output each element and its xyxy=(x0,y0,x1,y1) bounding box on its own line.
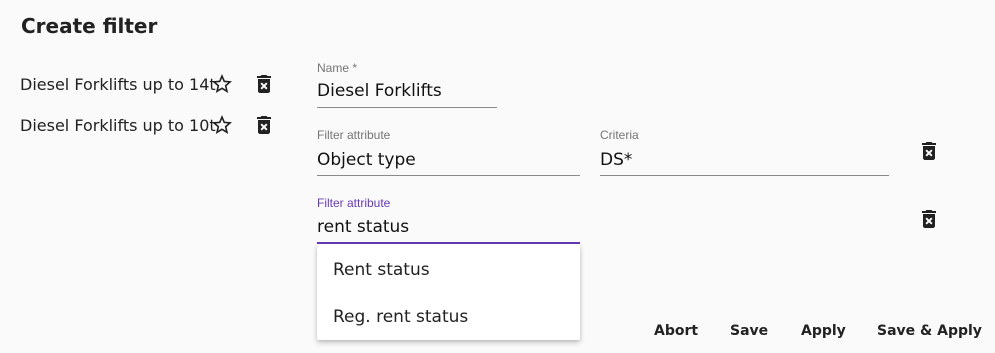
filter-attribute-field-focused[interactable]: Filter attribute rent status xyxy=(317,196,580,246)
criteria-underline xyxy=(600,175,889,176)
filter-attribute-field[interactable]: Filter attribute Object type xyxy=(317,128,580,178)
filter-attribute-underline xyxy=(317,175,580,176)
criteria-field[interactable]: Criteria DS* xyxy=(600,128,889,178)
abort-button[interactable]: Abort xyxy=(654,321,698,341)
filter-attribute-input[interactable]: rent status xyxy=(317,217,409,237)
autocomplete-dropdown: Rent status Reg. rent status xyxy=(317,244,580,340)
name-input[interactable]: Diesel Forklifts xyxy=(317,81,442,101)
delete-row-icon[interactable] xyxy=(917,207,941,231)
criteria-input[interactable]: DS* xyxy=(600,150,632,170)
criteria-label: Criteria xyxy=(600,128,639,142)
saved-filter-label[interactable]: Diesel Forklifts up to 10t xyxy=(20,116,216,135)
saved-filter-item[interactable]: Diesel Forklifts up to 10t xyxy=(20,113,280,137)
saved-filter-label[interactable]: Diesel Forklifts up to 14t xyxy=(20,75,216,94)
delete-icon[interactable] xyxy=(252,113,276,137)
delete-row-icon[interactable] xyxy=(917,139,941,163)
create-filter-dialog: Create filter Diesel Forklifts up to 14t… xyxy=(0,0,995,353)
dropdown-option[interactable]: Reg. rent status xyxy=(317,293,580,341)
save-apply-button[interactable]: Save & Apply xyxy=(877,321,982,341)
saved-filter-item[interactable]: Diesel Forklifts up to 14t xyxy=(20,72,280,96)
save-button[interactable]: Save xyxy=(730,321,768,341)
star-outline-icon[interactable] xyxy=(210,72,234,96)
apply-button[interactable]: Apply xyxy=(801,321,846,341)
name-field-label: Name * xyxy=(317,61,358,75)
dropdown-option[interactable]: Rent status xyxy=(317,246,580,294)
filter-attribute-label: Filter attribute xyxy=(317,196,391,210)
star-outline-icon[interactable] xyxy=(210,113,234,137)
filter-attribute-input[interactable]: Object type xyxy=(317,150,416,170)
delete-icon[interactable] xyxy=(252,72,276,96)
name-underline xyxy=(317,107,497,108)
name-field[interactable]: Name * Diesel Forklifts xyxy=(317,61,497,109)
page-title: Create filter xyxy=(21,14,158,38)
filter-attribute-label: Filter attribute xyxy=(317,128,391,142)
